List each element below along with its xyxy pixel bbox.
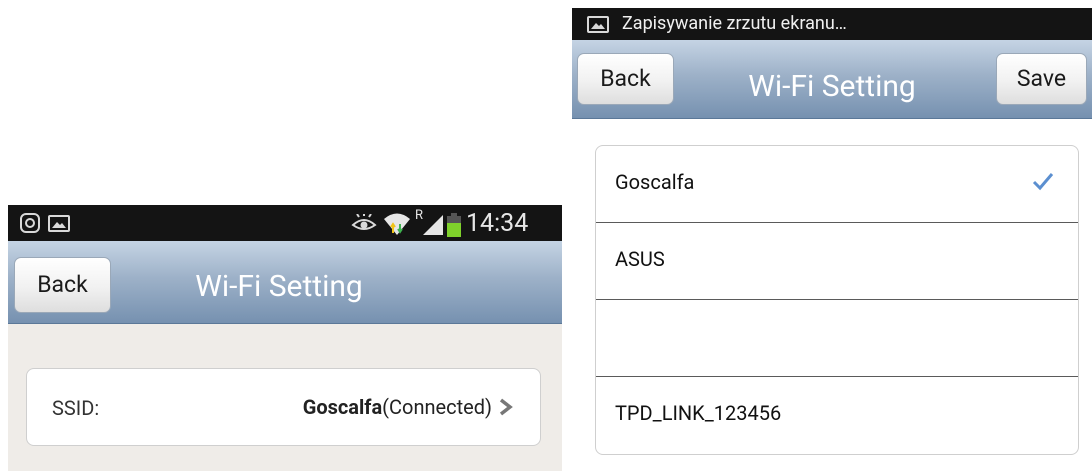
network-name: ASUS bbox=[615, 247, 665, 271]
roaming-indicator: R bbox=[415, 208, 424, 223]
status-time: 14:34 bbox=[466, 209, 529, 238]
eye-icon bbox=[351, 213, 377, 238]
image-icon bbox=[48, 215, 70, 232]
ssid-label: SSID: bbox=[52, 396, 100, 420]
signal-icon bbox=[423, 215, 443, 239]
network-row[interactable] bbox=[596, 300, 1078, 377]
wifi-icon bbox=[383, 211, 411, 241]
chevron-right-icon bbox=[499, 398, 513, 420]
network-row[interactable]: TPD_LINK_123456 bbox=[596, 377, 1078, 454]
ssid-connection-status: (Connected) bbox=[382, 395, 492, 419]
save-button[interactable]: Save bbox=[996, 53, 1087, 105]
page-title: Wi-Fi Setting bbox=[195, 269, 363, 304]
nav-bar: Back Wi-Fi Setting Save bbox=[572, 40, 1092, 119]
ssid-network-name: Goscalfa bbox=[302, 395, 383, 419]
ssid-row[interactable]: SSID: Goscalfa(Connected) bbox=[26, 368, 541, 446]
status-notification: Zapisywanie zrzutu ekranu… bbox=[622, 13, 847, 34]
network-row[interactable]: Goscalfa bbox=[596, 146, 1078, 223]
status-bar: Zapisywanie zrzutu ekranu… bbox=[572, 8, 1092, 40]
ssid-value: Goscalfa(Connected) bbox=[303, 395, 492, 419]
network-name: Goscalfa bbox=[615, 170, 695, 194]
nav-bar: Back Wi-Fi Setting bbox=[8, 241, 562, 324]
image-icon bbox=[587, 16, 609, 33]
network-row[interactable]: ASUS bbox=[596, 223, 1078, 300]
network-list: Goscalfa ASUS TPD_LINK_123456 bbox=[595, 145, 1079, 455]
network-name: TPD_LINK_123456 bbox=[615, 401, 782, 425]
status-bar: R 14:34 bbox=[8, 205, 562, 241]
left-screen: R 14:34 Back Wi-Fi Setting SSID: Goscalf… bbox=[8, 205, 562, 471]
right-screen: Zapisywanie zrzutu ekranu… Back Wi-Fi Se… bbox=[572, 8, 1092, 471]
screen-capture-icon bbox=[20, 213, 40, 237]
battery-icon bbox=[447, 213, 461, 241]
checkmark-icon bbox=[1032, 171, 1054, 195]
